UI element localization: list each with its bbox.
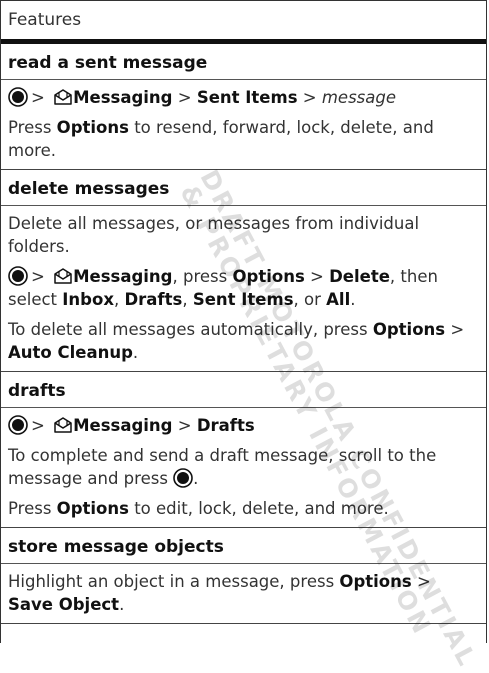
bold-term: Options [56,118,129,137]
text-run: To delete all messages automatically, pr… [8,320,373,339]
section-paragraph: To complete and send a draft message, sc… [8,444,479,490]
text-run: > [172,88,197,107]
section-paragraph: > Messaging, press Options > Delete, the… [8,265,479,311]
text-run: , [113,290,125,309]
center-select-key-icon [8,415,28,435]
text-run: . [193,469,199,488]
bold-term: Auto Cleanup [8,343,133,362]
bold-term: Messaging [73,88,173,107]
text-run: > [31,267,51,286]
section-paragraph: To delete all messages automatically, pr… [8,318,479,364]
bold-term: Drafts [124,290,183,309]
text-run: To complete and send a draft message, sc… [8,446,437,488]
messaging-envelope-icon [54,89,72,105]
bold-term: All [326,290,351,309]
text-run: > [445,320,465,339]
bold-term: Options [339,572,412,591]
section-body: > Messaging > Drafts To complete and send… [1,414,486,520]
text-run: > [411,572,431,591]
section-paragraph: Delete all messages, or messages from in… [8,212,479,258]
section-body: > Messaging > Sent Items > message Press … [1,86,486,162]
text-run: > [304,267,330,286]
bold-term: Drafts [196,416,255,435]
center-select-key-icon [173,468,193,488]
bold-term: Inbox [62,290,114,309]
feature-section: delete messages Delete all messages, or m… [1,170,486,372]
text-run: . [119,595,125,614]
bold-term: Sent Items [192,290,294,309]
section-paragraph: > Messaging > Sent Items > message [8,86,479,109]
bold-term: Options [232,267,305,286]
page-frame: Features read a sent message > Messaging … [0,0,487,643]
text-run: , press [172,267,233,286]
section-title: read a sent message [1,44,486,80]
text-run: to edit, lock, delete, and more. [128,499,389,518]
text-run: > [172,416,197,435]
bold-term: Messaging [73,416,173,435]
text-run: . [132,343,139,362]
text-run: Highlight an object in a message, press [8,572,340,591]
bold-term: Messaging [73,267,173,286]
section-paragraph: Highlight an object in a message, press … [8,570,479,616]
page-header: Features [1,0,486,44]
text-run: Delete all messages, or messages from in… [8,214,420,256]
center-select-key-icon [8,87,28,107]
feature-sections: read a sent message > Messaging > Sent It… [1,44,486,624]
center-select-key-icon [8,266,28,286]
bold-term: Options [372,320,446,339]
bold-term: Sent Items [196,88,298,107]
section-paragraph: > Messaging > Drafts [8,414,479,437]
section-paragraph: Press Options to resend, forward, lock, … [8,116,479,162]
bold-term: Save Object [8,595,120,614]
text-run: , or [293,290,327,309]
text-run: Press [8,499,57,518]
section-title: delete messages [1,170,486,206]
text-run: > [31,416,51,435]
italic-term: message [321,88,396,107]
text-run: > [297,88,322,107]
feature-section: read a sent message > Messaging > Sent It… [1,44,486,170]
section-title: store message objects [1,528,486,564]
text-run: . [350,290,356,309]
feature-section: store message objects Highlight an object… [1,528,486,624]
bold-term: Delete [329,267,390,286]
text-run: > [31,88,51,107]
section-title: drafts [1,372,486,408]
section-body: Highlight an object in a message, press … [1,570,486,616]
text-run: , [182,290,193,309]
feature-section: drafts > Messaging > Drafts To complete an… [1,372,486,528]
messaging-envelope-icon [54,268,72,284]
bold-term: Options [56,499,129,518]
text-run: Press [8,118,57,137]
page-header-title: Features [8,10,82,30]
section-body: Delete all messages, or messages from in… [1,212,486,364]
messaging-envelope-icon [54,417,72,433]
section-paragraph: Press Options to edit, lock, delete, and… [8,497,479,520]
